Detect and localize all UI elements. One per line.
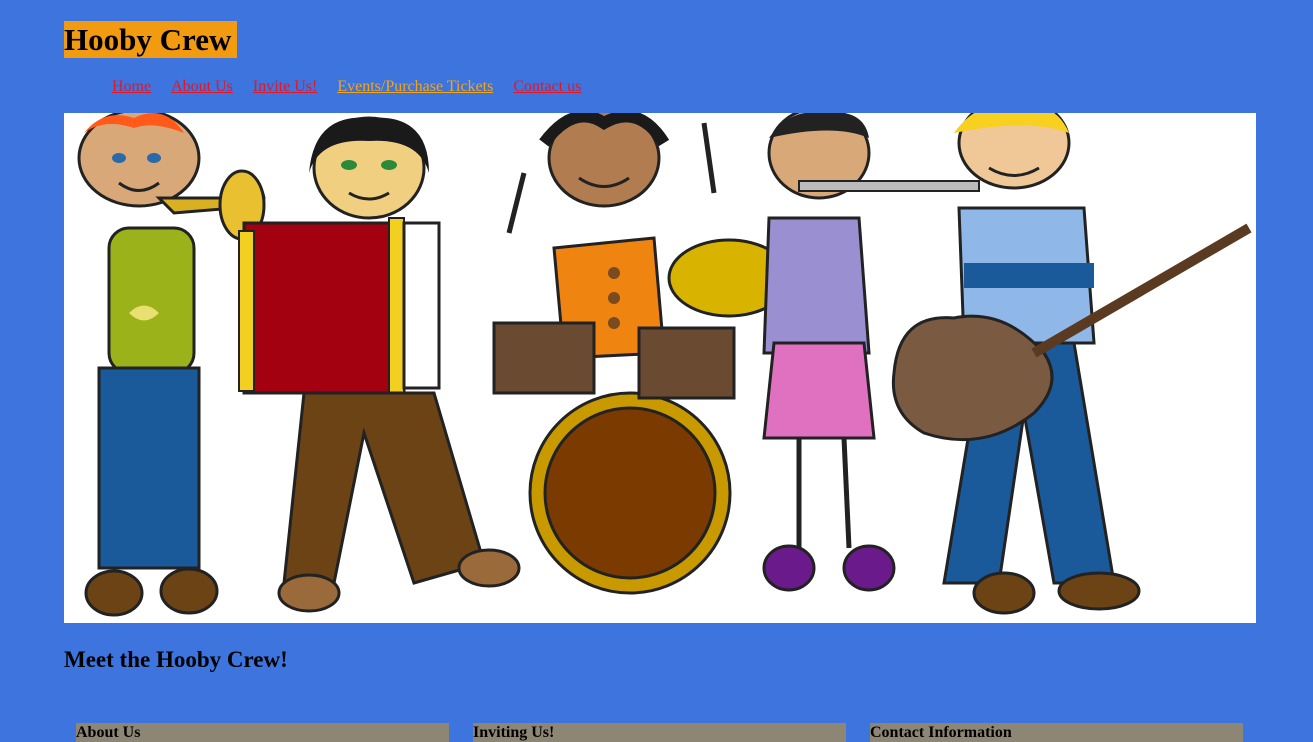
hero-band-image — [64, 113, 1256, 623]
nav-events-link[interactable]: Events/Purchase Tickets — [337, 78, 493, 96]
footer-about-us-box: About Us — [76, 723, 449, 742]
nav-contact-link[interactable]: Contact us — [513, 78, 581, 96]
drummer-figure — [492, 113, 791, 595]
nav-home-link[interactable]: Home — [112, 78, 151, 96]
trumpet-player-figure — [77, 113, 266, 617]
band-illustration — [77, 113, 1252, 617]
meet-heading: Meet the Hooby Crew! — [64, 647, 288, 672]
footer-contact-info-box: Contact Information — [870, 723, 1243, 742]
site-title: Hooby Crew — [64, 21, 238, 58]
main-nav: Home About Us Invite Us! Events/Purchase… — [112, 78, 581, 96]
nav-about-link[interactable]: About Us — [171, 78, 233, 96]
accordion-player-figure — [238, 116, 521, 613]
nav-invite-link[interactable]: Invite Us! — [253, 78, 317, 96]
footer-inviting-us-box: Inviting Us! — [473, 723, 846, 742]
